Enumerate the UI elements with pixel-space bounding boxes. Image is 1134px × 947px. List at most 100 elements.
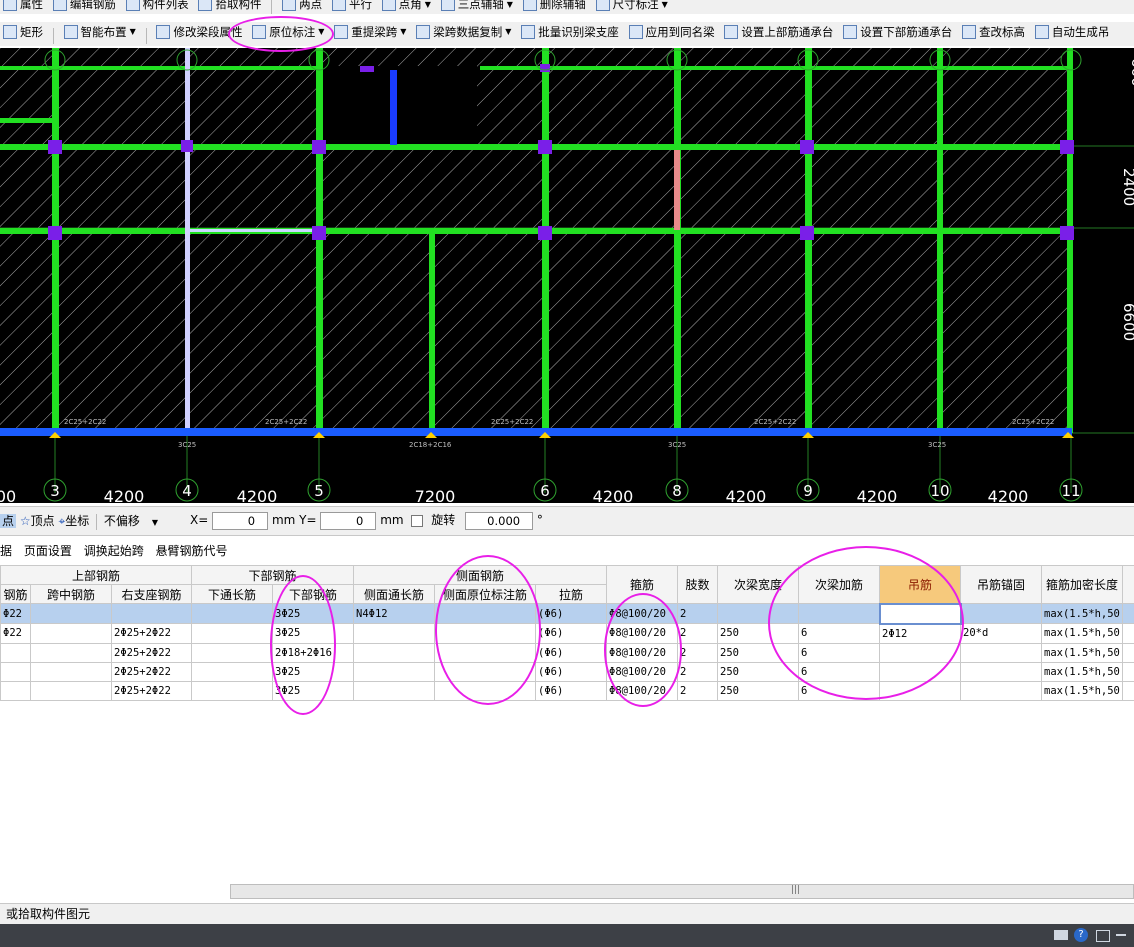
properties-button[interactable]: 属性 [0,0,46,14]
table-cell[interactable] [353,642,436,663]
table-cell[interactable] [111,603,192,624]
table-cell[interactable] [0,661,31,682]
help-icon[interactable]: ? [1074,928,1088,942]
table-cell[interactable] [30,642,112,663]
rotate-checkbox[interactable] [411,514,424,527]
col-support-bar[interactable]: 钢筋 [0,584,31,604]
rectangle-button[interactable]: 矩形 [0,22,46,42]
pick-component-button[interactable]: 拾取构件 [195,0,264,14]
point-angle-button[interactable]: 点角 ▼ [379,0,434,14]
set-bottom-rebar-button[interactable]: 设置下部筋通承台 [840,22,955,42]
three-point-axis-button[interactable]: 三点辅轴 ▼ [438,0,516,14]
edit-rebar-button[interactable]: 编辑钢筋 [50,0,119,14]
col-midspan-bar[interactable]: 跨中钢筋 [30,584,112,604]
table-cell[interactable]: (Φ6) [535,603,608,624]
delete-axis-button[interactable]: 删除辅轴 [520,0,589,14]
component-list-button[interactable]: 构件列表 [123,0,192,14]
table-cell[interactable] [191,642,273,663]
menu-item-swap-start-span[interactable]: 调换起始跨 [84,544,144,558]
check-elevation-button[interactable]: 查改标高 [959,22,1028,42]
table-cell[interactable]: 2Φ25+2Φ22 [111,642,192,663]
table-cell[interactable]: 2 [677,661,719,682]
col-legs[interactable]: 肢数 [677,565,719,604]
table-cell[interactable] [191,623,273,644]
y-input[interactable]: 0 [320,511,377,530]
window-icon[interactable] [1096,930,1110,942]
dropdown-arrow-icon[interactable]: ▼ [662,0,668,9]
copy-span-data-button[interactable]: 梁跨数据复制 ▼ [413,22,514,42]
table-cell[interactable]: (Φ6) [535,680,608,701]
table-cell[interactable] [30,680,112,701]
table-cell[interactable]: (Φ6) [535,623,608,644]
point-snap[interactable]: 点 [0,514,17,528]
table-cell[interactable]: 2 [677,642,719,663]
table-row[interactable]: 2Φ25+2Φ22 3Φ25 (Φ6) Φ8@100/20 2 250 6 max(1.5*h… [0,680,1134,701]
set-top-rebar-button[interactable]: 设置上部筋通承台 [721,22,836,42]
table-cell[interactable] [30,661,112,682]
dropdown-arrow-icon[interactable]: ▼ [507,0,513,9]
coordinate-snap[interactable]: ⌖坐标 [58,514,89,528]
table-cell[interactable]: 20*d [960,623,1043,644]
col-hanger-anchor[interactable]: 吊筋锚固 [960,565,1043,604]
table-cell[interactable]: (Φ6) [535,642,608,663]
menu-item[interactable]: 据 [0,544,12,558]
menu-item-page-setup[interactable]: 页面设置 [24,544,72,558]
table-row[interactable]: 2Φ25+2Φ22 2Φ18+2Φ16 (Φ6) Φ8@100/20 2 250 6 max(… [0,642,1134,663]
plan-view[interactable]: 2C25+2C22 2C25+2C22 2C25+2C22 2C25+2C22 … [0,48,1134,503]
smart-layout-button[interactable]: 智能布置 ▼ [61,22,139,42]
batch-identify-support-button[interactable]: 批量识别梁支座 [518,22,622,42]
table-cell[interactable]: 2 [677,680,719,701]
dropdown-arrow-icon[interactable]: ▼ [505,22,511,44]
table-cell[interactable] [191,680,273,701]
table-cell[interactable]: 2 [677,623,719,644]
minimize-icon[interactable] [1116,934,1126,936]
vertex-snap[interactable]: ☆顶点 [20,514,55,528]
table-cell[interactable] [960,642,1043,663]
table-cell[interactable]: Φ22 [0,623,31,644]
table-cell[interactable]: 2Φ25+2Φ22 [111,661,192,682]
horizontal-scrollbar[interactable]: ||| [230,884,1134,899]
table-cell[interactable]: 2Φ25+2Φ22 [111,680,192,701]
table-cell[interactable] [353,623,436,644]
table-row[interactable]: Φ22 2Φ25+2Φ22 3Φ25 (Φ6) Φ8@100/20 2 250 6 2Φ12 20… [0,623,1134,644]
table-cell[interactable]: max(1.5*h,50 [1041,642,1124,663]
table-cell[interactable] [191,661,273,682]
table-cell[interactable]: max(1.5*h,50 [1041,603,1124,624]
table-row[interactable]: 2Φ25+2Φ22 3Φ25 (Φ6) Φ8@100/20 2 250 6 max(1.5*h… [0,661,1134,682]
table-cell[interactable]: N4Φ12 [353,603,436,624]
table-cell[interactable]: Φ22 [0,603,31,624]
parallel-button[interactable]: 平行 [329,0,375,14]
table-cell[interactable]: 2Φ25+2Φ22 [111,623,192,644]
dropdown-arrow-icon[interactable]: ▼ [130,22,136,44]
table-cell[interactable] [30,623,112,644]
table-cell[interactable] [191,603,273,624]
x-input[interactable]: 0 [212,511,269,530]
offset-mode-select[interactable]: 不偏移 ▼ [104,514,158,528]
table-cell[interactable]: max(1.5*h,50 [1041,680,1124,701]
apply-same-name-button[interactable]: 应用到同名梁 [626,22,718,42]
table-cell[interactable] [353,680,436,701]
re-extract-span-button[interactable]: 重提梁跨 ▼ [331,22,409,42]
dimension-button[interactable]: 尺寸标注 ▼ [593,0,671,14]
table-cell[interactable] [960,661,1043,682]
col-tie-bar[interactable]: 拉筋 [535,584,608,604]
table-cell[interactable] [30,603,112,624]
table-cell[interactable] [960,680,1043,701]
table-cell[interactable]: max(1.5*h,50 [1041,661,1124,682]
col-bottom-through-bar[interactable]: 下通长筋 [191,584,273,604]
auto-generate-hanger-button[interactable]: 自动生成吊 [1032,22,1113,42]
col-side-through-bar[interactable]: 侧面通长筋 [353,584,436,604]
dropdown-arrow-icon[interactable]: ▼ [425,0,431,9]
dropdown-arrow-icon[interactable]: ▼ [400,22,406,44]
col-densified-length[interactable]: 箍筋加密长度 [1041,565,1124,604]
table-cell[interactable]: 2 [677,603,719,624]
rotate-input[interactable]: 0.000 [465,511,534,530]
table-cell[interactable] [0,642,31,663]
table-cell[interactable] [0,680,31,701]
table-cell[interactable]: max(1.5*h,50 [1041,623,1124,644]
keyboard-icon[interactable] [1054,930,1068,940]
table-cell[interactable]: (Φ6) [535,661,608,682]
menu-item-cantilever-code[interactable]: 悬臂钢筋代号 [156,544,228,558]
col-right-support-bar[interactable]: 右支座钢筋 [111,584,192,604]
table-cell[interactable]: 250 [717,680,800,701]
